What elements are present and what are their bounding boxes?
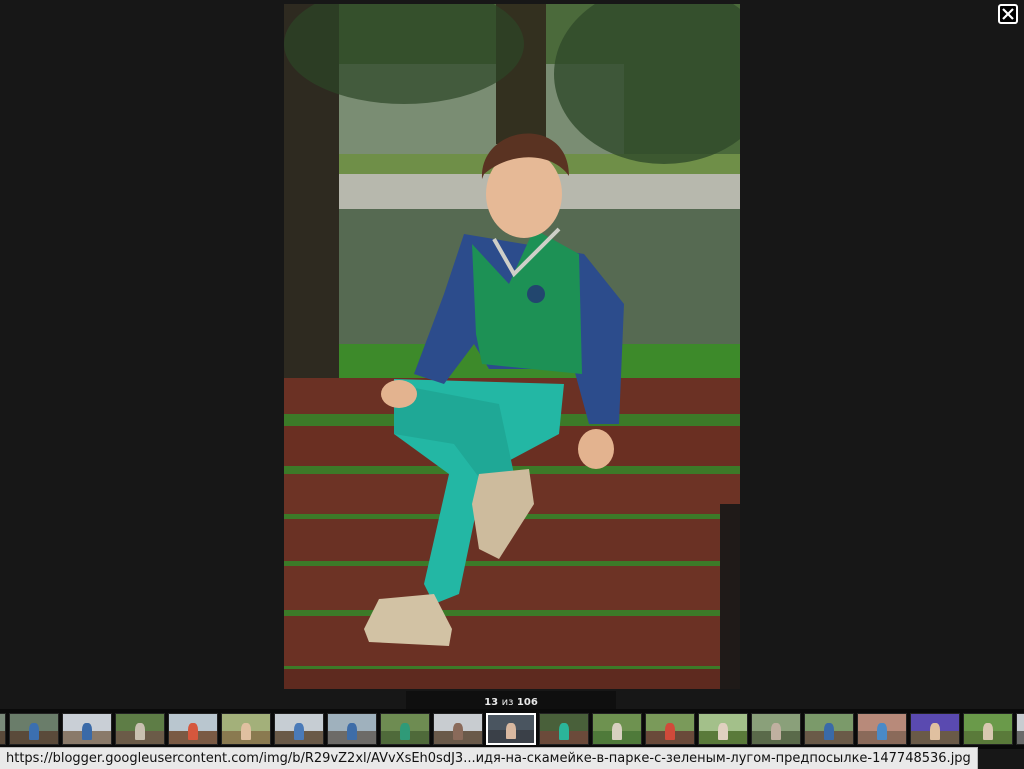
thumbnail[interactable]: [857, 713, 907, 745]
thumbnail[interactable]: [433, 713, 483, 745]
counter-total: 106: [516, 697, 538, 708]
thumbnail[interactable]: [804, 713, 854, 745]
thumbnail[interactable]: [592, 713, 642, 745]
close-button[interactable]: [998, 4, 1018, 24]
close-icon: [1002, 8, 1014, 20]
counter-current: 13: [484, 697, 499, 708]
thumbnail[interactable]: [0, 713, 6, 745]
thumbnail[interactable]: [274, 713, 324, 745]
thumbnail[interactable]: [9, 713, 59, 745]
thumbnail-active[interactable]: [486, 713, 536, 745]
thumbnail[interactable]: [221, 713, 271, 745]
thumbnail[interactable]: [380, 713, 430, 745]
image-counter: 13 из 106: [406, 691, 616, 711]
counter-separator: из: [501, 697, 514, 708]
thumbnail[interactable]: [698, 713, 748, 745]
thumbnail[interactable]: [168, 713, 218, 745]
thumbnail[interactable]: [1016, 713, 1024, 745]
thumbnail[interactable]: [539, 713, 589, 745]
image-viewer: 13 из 106 https://blogger.googleusercont…: [0, 0, 1024, 769]
thumbnail[interactable]: [963, 713, 1013, 745]
thumbnail[interactable]: [910, 713, 960, 745]
photo-image: [284, 4, 740, 689]
browser-status-url: https://blogger.googleusercontent.com/im…: [0, 747, 978, 769]
thumbnail[interactable]: [327, 713, 377, 745]
thumbnail[interactable]: [115, 713, 165, 745]
main-photo[interactable]: [284, 4, 740, 689]
thumbnail[interactable]: [645, 713, 695, 745]
thumbnail[interactable]: [751, 713, 801, 745]
thumbnail[interactable]: [62, 713, 112, 745]
thumbnail-strip[interactable]: [0, 709, 1024, 749]
